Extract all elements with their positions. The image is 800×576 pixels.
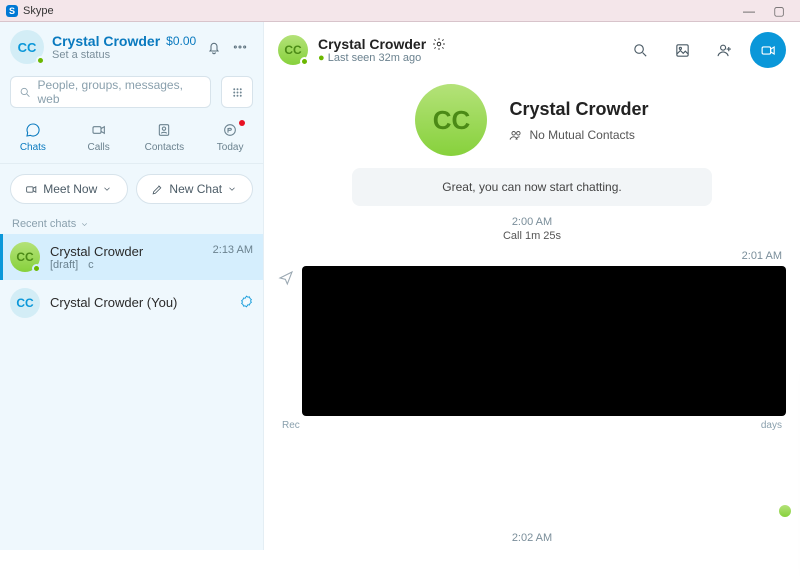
chat-icon <box>25 122 41 138</box>
video-message[interactable] <box>302 266 786 416</box>
section-recent-chats-label: Recent chats <box>12 218 76 230</box>
chevron-down-icon <box>80 220 89 229</box>
tab-today-label: Today <box>217 142 244 153</box>
contact-avatar: CC <box>10 288 40 318</box>
avatar-initials: CC <box>284 43 301 57</box>
draft-label: [draft] <box>50 259 78 271</box>
expiry-label: days <box>761 420 782 431</box>
tab-contacts[interactable]: Contacts <box>135 120 193 153</box>
self-avatar-initials: CC <box>18 40 37 55</box>
timestamp: 2:00 AM <box>264 216 800 228</box>
chat-item-name: Crystal Crowder (You) <box>50 295 177 311</box>
verified-icon <box>240 295 253 311</box>
bell-icon <box>206 39 222 55</box>
sent-indicator-icon <box>278 270 294 291</box>
header-avatar[interactable]: CC <box>278 35 308 65</box>
avatar-initials: CC <box>433 105 471 136</box>
sidebar-header: CC Crystal Crowder $0.00 Set a status <box>0 22 263 68</box>
window-titlebar: S Skype — ▢ <box>0 0 800 22</box>
set-status-link[interactable]: Set a status <box>52 49 201 61</box>
profile-name: Crystal Crowder <box>509 99 648 120</box>
presence-dot-icon <box>36 56 45 65</box>
people-icon <box>509 128 523 142</box>
contact-avatar: CC <box>10 242 40 272</box>
nav-tabs: Chats Calls Contacts Today <box>0 116 263 164</box>
video-call-button[interactable] <box>750 32 786 68</box>
add-people-button[interactable] <box>708 34 740 66</box>
notification-dot-icon <box>239 120 245 126</box>
search-icon <box>19 86 32 99</box>
gear-icon[interactable] <box>432 37 446 51</box>
tab-calls[interactable]: Calls <box>70 120 128 153</box>
header-search-button[interactable] <box>624 34 656 66</box>
system-greeting: Great, you can now start chatting. <box>352 168 712 206</box>
tab-chats-label: Chats <box>20 142 46 153</box>
video-icon <box>760 42 777 59</box>
more-button[interactable] <box>227 34 253 60</box>
read-receipt-avatar <box>778 504 792 518</box>
self-name[interactable]: Crystal Crowder <box>52 33 160 49</box>
gallery-button[interactable] <box>666 34 698 66</box>
balance-amount[interactable]: $0.00 <box>166 34 196 48</box>
tab-today[interactable]: Today <box>201 120 259 153</box>
meet-now-label: Meet Now <box>43 182 97 196</box>
notifications-button[interactable] <box>201 34 227 60</box>
compose-icon <box>151 183 164 196</box>
image-icon <box>674 42 691 59</box>
dialpad-button[interactable] <box>221 76 253 108</box>
chat-item-name: Crystal Crowder <box>50 244 143 259</box>
tab-contacts-label: Contacts <box>145 142 184 153</box>
new-chat-button[interactable]: New Chat <box>136 174 254 204</box>
camera-icon <box>25 183 38 196</box>
search-icon <box>632 42 649 59</box>
search-placeholder: People, groups, messages, web <box>38 78 202 106</box>
meet-now-button[interactable]: Meet Now <box>10 174 128 204</box>
more-horizontal-icon <box>232 39 248 55</box>
avatar-initials: CC <box>16 250 33 264</box>
tab-calls-label: Calls <box>88 142 110 153</box>
profile-summary: CC Crystal Crowder No Mutual Contacts <box>415 84 648 156</box>
search-input[interactable]: People, groups, messages, web <box>10 76 211 108</box>
window-title: Skype <box>23 5 54 17</box>
self-avatar[interactable]: CC <box>10 30 44 64</box>
today-icon <box>222 122 238 138</box>
conversation-pane: CC Crystal Crowder ● Last seen 32m ago <box>264 22 800 550</box>
section-recent-chats[interactable]: Recent chats <box>0 214 263 234</box>
sidebar: CC Crystal Crowder $0.00 Set a status Pe… <box>0 22 264 550</box>
presence-text: Last seen 32m ago <box>328 52 422 64</box>
profile-avatar[interactable]: CC <box>415 84 487 156</box>
chevron-down-icon <box>102 184 112 194</box>
contacts-icon <box>156 122 172 138</box>
chat-list-item[interactable]: CC Crystal Crowder (You) <box>0 280 263 326</box>
tab-chats[interactable]: Chats <box>4 120 62 153</box>
conversation-header: CC Crystal Crowder ● Last seen 32m ago <box>264 22 800 78</box>
timestamp: 2:02 AM <box>264 532 800 544</box>
chat-list-item[interactable]: CC Crystal Crowder 2:13 AM [draft] c <box>0 234 263 280</box>
new-chat-label: New Chat <box>169 182 222 196</box>
avatar-initials: CC <box>16 296 33 310</box>
person-plus-icon <box>716 42 733 59</box>
window-minimize-button[interactable]: — <box>734 4 764 18</box>
call-duration: Call 1m 25s <box>264 230 800 242</box>
presence-dot-icon <box>300 57 309 66</box>
recording-label: Rec <box>282 420 300 431</box>
message-time: 2:01 AM <box>264 250 800 262</box>
skype-logo-icon: S <box>6 5 18 17</box>
dialpad-icon <box>231 86 244 99</box>
window-maximize-button[interactable]: ▢ <box>764 4 794 18</box>
presence-dot-icon <box>32 264 41 273</box>
video-icon <box>91 122 107 138</box>
chat-item-time: 2:13 AM <box>213 244 253 259</box>
mutual-contacts-text: No Mutual Contacts <box>529 128 634 142</box>
conversation-title[interactable]: Crystal Crowder <box>318 36 426 52</box>
chevron-down-icon <box>227 184 237 194</box>
chat-item-preview: c <box>88 259 94 271</box>
